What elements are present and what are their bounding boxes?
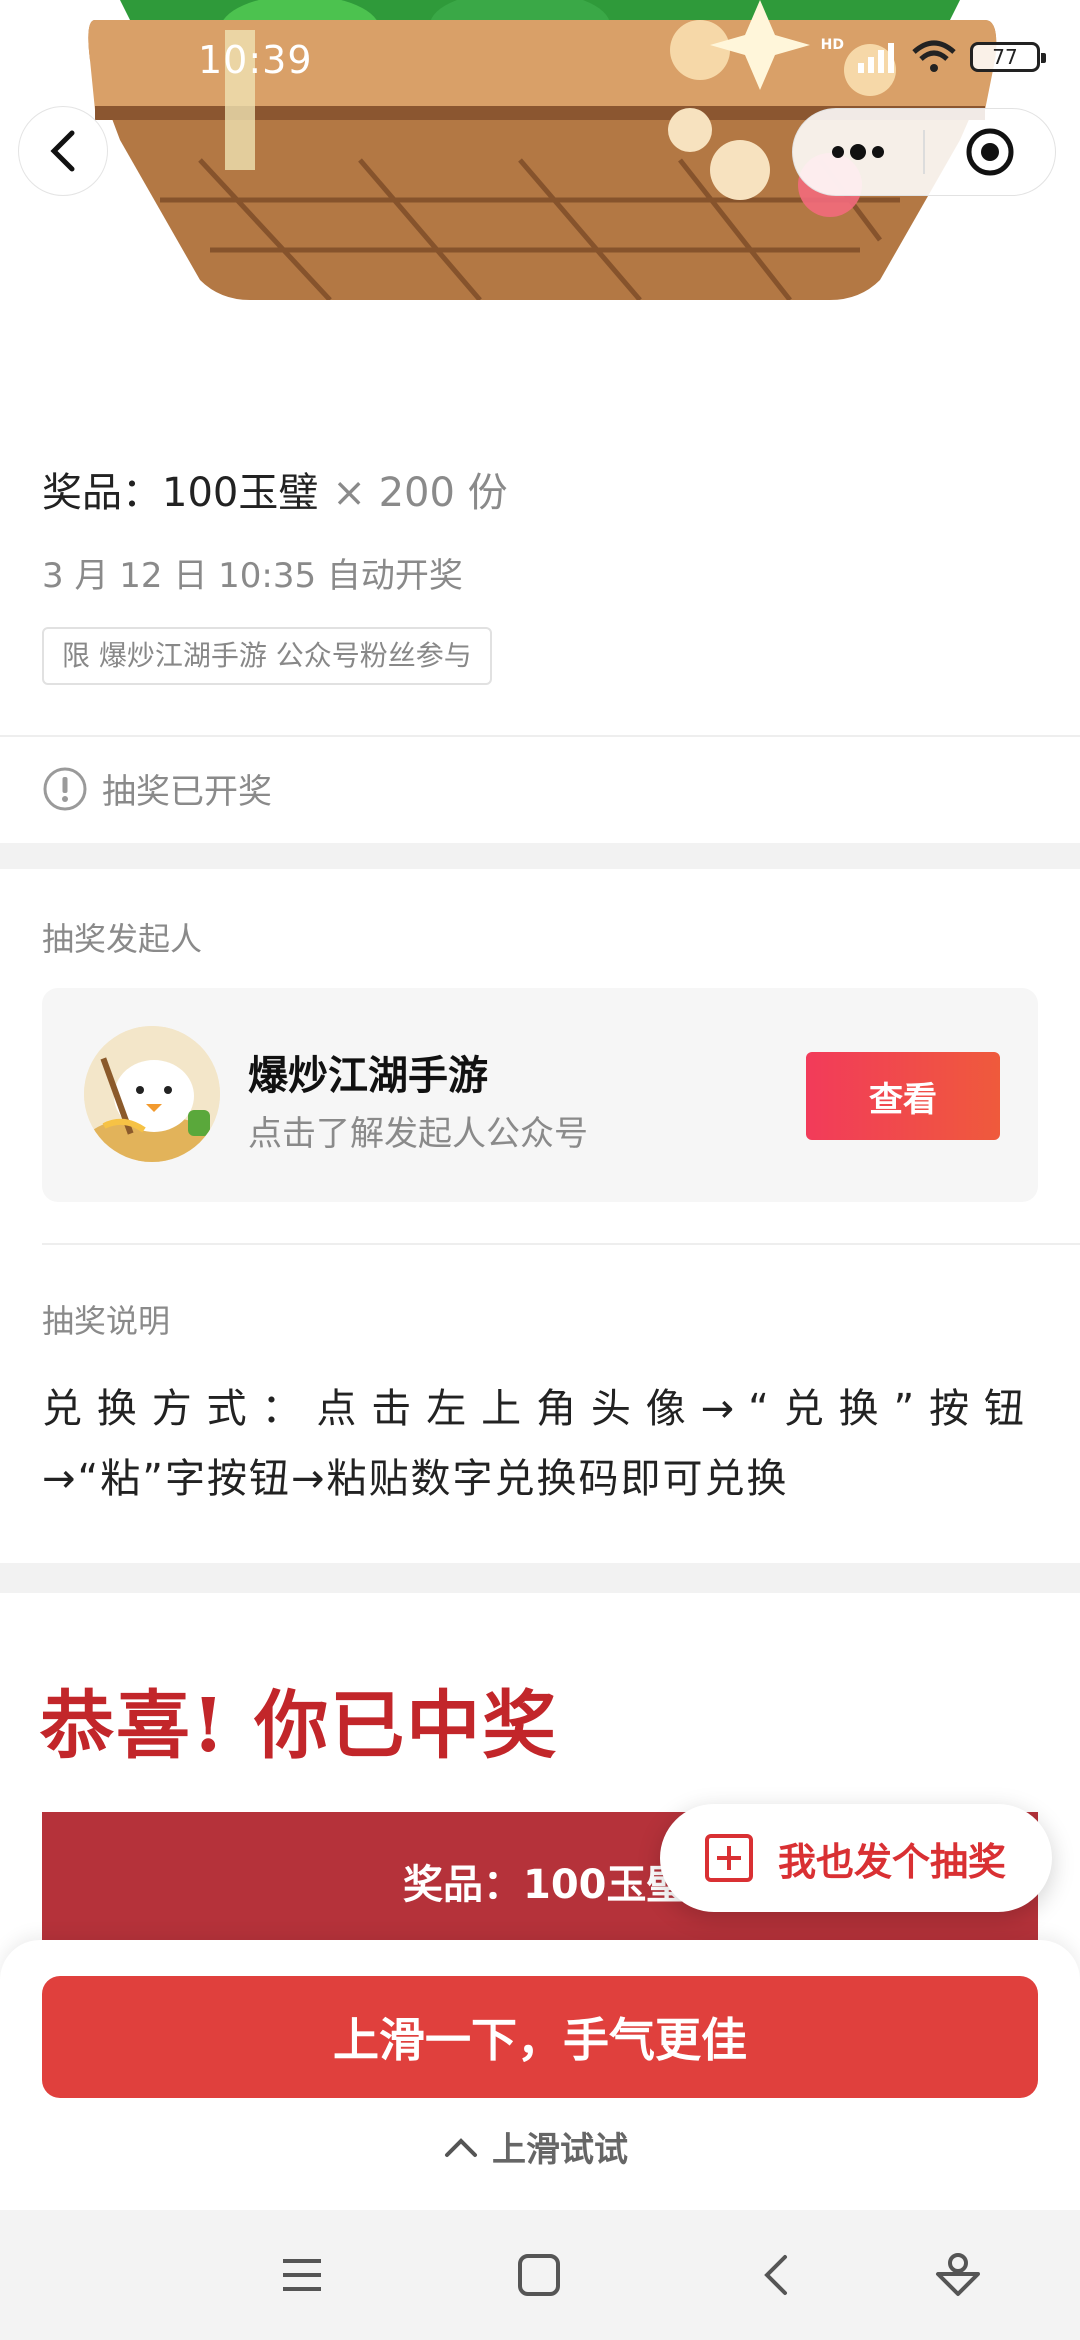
bottom-sheet: 上滑一下，手气更佳 上滑试试: [0, 1940, 1080, 2210]
section-gap: [0, 843, 1080, 869]
battery-icon: 77: [970, 42, 1046, 72]
swipe-hint[interactable]: 上滑试试: [444, 2122, 628, 2171]
description-section-label: 抽奖说明: [42, 1302, 171, 1340]
view-sponsor-button[interactable]: 查看: [806, 1052, 1000, 1140]
info-icon: [43, 767, 87, 810]
target-icon: [966, 128, 1014, 176]
assistant-icon: [936, 2253, 980, 2296]
system-navigation-bar: [0, 2210, 1080, 2340]
swipe-up-button[interactable]: 上滑一下，手气更佳: [42, 1976, 1038, 2098]
status-icons: HD 77: [820, 37, 1046, 74]
draw-status-text: 抽奖已开奖: [102, 772, 272, 812]
section-gap: [0, 1563, 1080, 1593]
plus-square-icon: [705, 1834, 753, 1882]
avatar[interactable]: [84, 1026, 220, 1162]
home-nav-button[interactable]: [509, 2250, 569, 2300]
close-miniprogram-button[interactable]: [925, 109, 1055, 195]
divider: [42, 1243, 1080, 1245]
redeem-description: 兑换方式：点击左上角头像→“兑换”按钮 →“粘”字按钮→粘贴数字兑换码即可兑换: [42, 1374, 1038, 1514]
prize-title: 奖品：100玉璧 × 200 份: [42, 460, 508, 518]
description-line-1: 兑换方式：点击左上角头像→“兑换”按钮: [42, 1386, 1038, 1432]
description-line-2: →“粘”字按钮→粘贴数字兑换码即可兑换: [42, 1456, 789, 1502]
win-title: 恭喜! 你已中奖: [40, 1683, 559, 1769]
menu-nav-button[interactable]: [272, 2250, 332, 2300]
chevron-up-icon: [445, 2137, 477, 2157]
miniprogram-capsule: [792, 108, 1056, 196]
prize-quantity: × 200 份: [332, 470, 508, 516]
participation-limit-tag: 限 爆炒江湖手游 公众号粉丝参与: [42, 627, 492, 685]
create-lottery-label: 我也发个抽奖: [778, 1839, 1007, 1884]
status-time: 10:39: [198, 38, 313, 82]
sponsor-card[interactable]: 爆炒江湖手游 点击了解发起人公众号 查看: [42, 988, 1038, 1202]
draw-status: 抽奖已开奖: [42, 764, 272, 813]
prize-name: 奖品：100玉璧: [42, 470, 319, 516]
prize-banner-text: 奖品：100玉璧: [403, 1862, 687, 1908]
sponsor-subtitle: 点击了解发起人公众号: [248, 1114, 588, 1154]
network-type: HD: [820, 37, 844, 53]
back-button[interactable]: [18, 106, 108, 196]
swipe-hint-text: 上滑试试: [492, 2130, 628, 2170]
menu-icon: [283, 2259, 321, 2291]
divider: [0, 735, 1080, 737]
draw-time: 3 月 12 日 10:35 自动开奖: [42, 556, 463, 596]
signal-icon: [858, 43, 894, 73]
assistant-nav-button[interactable]: [928, 2250, 988, 2300]
back-nav-button[interactable]: [746, 2250, 806, 2300]
more-button[interactable]: [793, 109, 923, 195]
sponsor-section-label: 抽奖发起人: [42, 920, 203, 958]
wifi-icon: [912, 40, 956, 72]
chevron-left-icon: [50, 130, 75, 172]
sponsor-name: 爆炒江湖手游: [248, 1053, 488, 1099]
home-square-icon: [518, 2254, 560, 2296]
more-dots-icon: [832, 144, 884, 160]
create-lottery-button[interactable]: 我也发个抽奖: [660, 1804, 1052, 1912]
chevron-left-icon: [764, 2255, 787, 2295]
